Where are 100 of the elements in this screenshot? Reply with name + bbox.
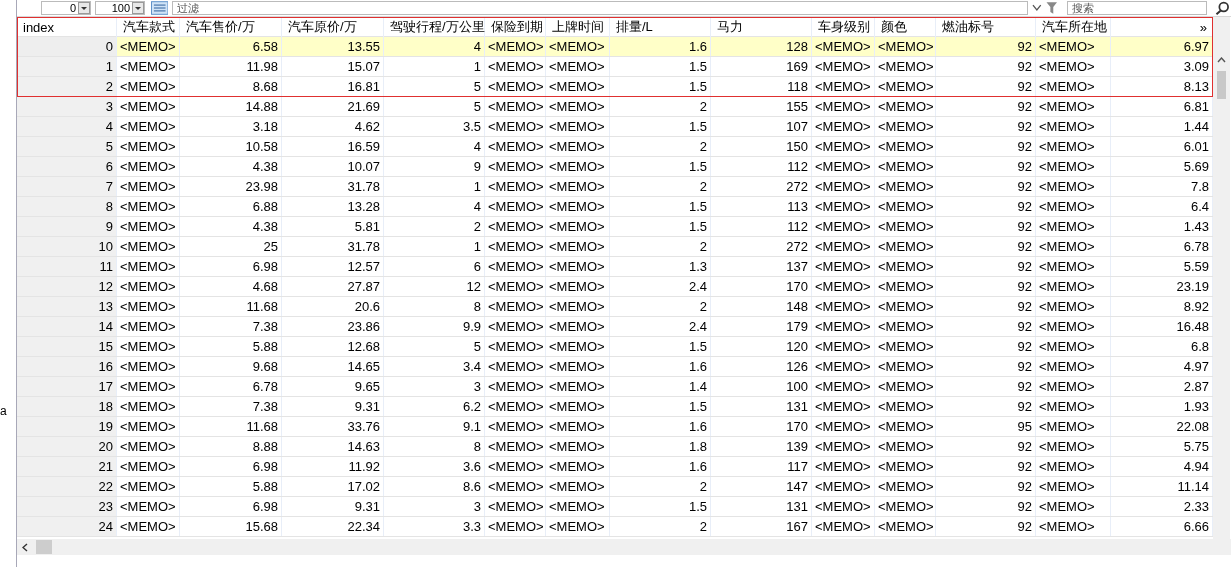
table-row[interactable]: 24 <MEMO> 15.68 22.34 3.3 <MEMO> <MEMO> 2 167 <MEMO> <MEMO> 92 <MEMO> 6.66 [17, 517, 1213, 537]
table-cell: 2 [610, 517, 711, 536]
dropdown-icon[interactable] [132, 2, 144, 14]
start-spinbox[interactable]: 0 [41, 1, 91, 15]
table-cell: 272 [711, 177, 812, 196]
table-row[interactable]: 9 <MEMO> 4.38 5.81 2 <MEMO> <MEMO> 1.5 112 <MEMO> <MEMO> 92 <MEMO> 1.43 [17, 217, 1213, 237]
table-cell: <MEMO> [812, 437, 875, 456]
table-row[interactable]: 13 <MEMO> 11.68 20.6 8 <MEMO> <MEMO> 2 148 <MEMO> <MEMO> 92 <MEMO> 8.92 [17, 297, 1213, 317]
table-cell: 21.69 [282, 97, 384, 116]
table-cell: 92 [936, 37, 1036, 56]
table-row[interactable]: 11 <MEMO> 6.98 12.57 6 <MEMO> <MEMO> 1.3 137 <MEMO> <MEMO> 92 <MEMO> 5.59 [17, 257, 1213, 277]
table-row[interactable]: 7 <MEMO> 23.98 31.78 1 <MEMO> <MEMO> 2 272 <MEMO> <MEMO> 92 <MEMO> 7.8 [17, 177, 1213, 197]
table-cell: 12.57 [282, 257, 384, 276]
table-cell: <MEMO> [1036, 517, 1111, 536]
table-cell: <MEMO> [117, 157, 180, 176]
table-cell: 131 [711, 497, 812, 516]
table-cell: <MEMO> [1036, 277, 1111, 296]
table-row[interactable]: 16 <MEMO> 9.68 14.65 3.4 <MEMO> <MEMO> 1.6 126 <MEMO> <MEMO> 92 <MEMO> 4.97 [17, 357, 1213, 377]
table-row[interactable]: 0 <MEMO> 6.58 13.55 4 <MEMO> <MEMO> 1.6 128 <MEMO> <MEMO> 92 <MEMO> 6.97 [17, 37, 1213, 57]
table-cell: <MEMO> [485, 517, 546, 536]
search-field[interactable]: 搜索 [1067, 1, 1208, 15]
count-spinbox[interactable]: 100 [95, 1, 145, 15]
table-cell: 8 [384, 437, 485, 456]
row-number: 22 [17, 477, 117, 496]
table-row[interactable]: 12 <MEMO> 4.68 27.87 12 <MEMO> <MEMO> 2.4 170 <MEMO> <MEMO> 92 <MEMO> 23.19 [17, 277, 1213, 297]
table-cell: <MEMO> [812, 337, 875, 356]
search-icon[interactable] [1215, 1, 1231, 15]
row-number: 20 [17, 437, 117, 456]
table-row[interactable]: 17 <MEMO> 6.78 9.65 3 <MEMO> <MEMO> 1.4 100 <MEMO> <MEMO> 92 <MEMO> 2.87 [17, 377, 1213, 397]
table-cell: <MEMO> [1036, 237, 1111, 256]
table-cell: <MEMO> [812, 457, 875, 476]
table-cell: 6.98 [180, 257, 282, 276]
table-cell: <MEMO> [875, 117, 936, 136]
funnel-icon[interactable] [1045, 1, 1058, 15]
table-cell: 179 [711, 317, 812, 336]
table-row[interactable]: 1 <MEMO> 11.98 15.07 1 <MEMO> <MEMO> 1.5 169 <MEMO> <MEMO> 92 <MEMO> 3.09 [17, 57, 1213, 77]
table-row[interactable]: 5 <MEMO> 10.58 16.59 4 <MEMO> <MEMO> 2 150 <MEMO> <MEMO> 92 <MEMO> 6.01 [17, 137, 1213, 157]
table-cell: <MEMO> [875, 457, 936, 476]
table-row[interactable]: 10 <MEMO> 25 31.78 1 <MEMO> <MEMO> 2 272 <MEMO> <MEMO> 92 <MEMO> 6.78 [17, 237, 1213, 257]
table-cell: 6 [384, 257, 485, 276]
chevron-down-icon[interactable] [1032, 4, 1042, 12]
table-row[interactable]: 4 <MEMO> 3.18 4.62 3.5 <MEMO> <MEMO> 1.5 107 <MEMO> <MEMO> 92 <MEMO> 1.44 [17, 117, 1213, 137]
table-row[interactable]: 22 <MEMO> 5.88 17.02 8.6 <MEMO> <MEMO> 2 147 <MEMO> <MEMO> 92 <MEMO> 11.14 [17, 477, 1213, 497]
table-row[interactable]: 19 <MEMO> 11.68 33.76 9.1 <MEMO> <MEMO> 1.6 170 <MEMO> <MEMO> 95 <MEMO> 22.08 [17, 417, 1213, 437]
table-cell: 1.5 [610, 217, 711, 236]
table-cell: <MEMO> [117, 357, 180, 376]
table-cell: 27.87 [282, 277, 384, 296]
table-cell: 3.5 [384, 117, 485, 136]
table-icon[interactable] [151, 1, 169, 15]
table-cell: 92 [936, 197, 1036, 216]
table-cell: 14.65 [282, 357, 384, 376]
table-cell: <MEMO> [875, 277, 936, 296]
filter-field[interactable]: 过滤 [172, 1, 1029, 15]
chevron-up-icon[interactable] [1217, 57, 1226, 63]
table-row[interactable]: 18 <MEMO> 7.38 9.31 6.2 <MEMO> <MEMO> 1.5 131 <MEMO> <MEMO> 92 <MEMO> 1.93 [17, 397, 1213, 417]
table-row[interactable]: 2 <MEMO> 8.68 16.81 5 <MEMO> <MEMO> 1.5 118 <MEMO> <MEMO> 92 <MEMO> 8.13 [17, 77, 1213, 97]
table-cell: 92 [936, 177, 1036, 196]
table-row[interactable]: 23 <MEMO> 6.98 9.31 3 <MEMO> <MEMO> 1.5 131 <MEMO> <MEMO> 92 <MEMO> 2.33 [17, 497, 1213, 517]
table-cell: <MEMO> [875, 297, 936, 316]
table-row[interactable]: 20 <MEMO> 8.88 14.63 8 <MEMO> <MEMO> 1.8 139 <MEMO> <MEMO> 92 <MEMO> 5.75 [17, 437, 1213, 457]
table-row[interactable]: 6 <MEMO> 4.38 10.07 9 <MEMO> <MEMO> 1.5 112 <MEMO> <MEMO> 92 <MEMO> 5.69 [17, 157, 1213, 177]
table-cell: 92 [936, 217, 1036, 236]
table-cell: <MEMO> [485, 497, 546, 516]
table-cell: 6.2 [384, 397, 485, 416]
table-cell: 4.38 [180, 217, 282, 236]
table-cell: 1.5 [610, 497, 711, 516]
row-number: 8 [17, 197, 117, 216]
table-row[interactable]: 15 <MEMO> 5.88 12.68 5 <MEMO> <MEMO> 1.5 120 <MEMO> <MEMO> 92 <MEMO> 6.8 [17, 337, 1213, 357]
row-number: 24 [17, 517, 117, 536]
table-cell: <MEMO> [485, 437, 546, 456]
table-cell: 272 [711, 237, 812, 256]
table-row[interactable]: 3 <MEMO> 14.88 21.69 5 <MEMO> <MEMO> 2 155 <MEMO> <MEMO> 92 <MEMO> 6.81 [17, 97, 1213, 117]
scrollbar-thumb[interactable] [36, 540, 52, 554]
horizontal-scrollbar[interactable] [17, 539, 1231, 555]
table-cell: <MEMO> [485, 477, 546, 496]
chevron-left-icon[interactable] [22, 542, 28, 552]
table-cell: 14.88 [180, 97, 282, 116]
table-cell: 92 [936, 277, 1036, 296]
table-row[interactable]: 8 <MEMO> 6.88 13.28 4 <MEMO> <MEMO> 1.5 113 <MEMO> <MEMO> 92 <MEMO> 6.4 [17, 197, 1213, 217]
table-cell: <MEMO> [117, 117, 180, 136]
table-cell: 11.98 [180, 57, 282, 76]
table-row[interactable]: 14 <MEMO> 7.38 23.86 9.9 <MEMO> <MEMO> 2.4 179 <MEMO> <MEMO> 92 <MEMO> 16.48 [17, 317, 1213, 337]
table-cell: 4 [384, 137, 485, 156]
table-row[interactable]: 21 <MEMO> 6.98 11.92 3.6 <MEMO> <MEMO> 1.6 117 <MEMO> <MEMO> 92 <MEMO> 4.94 [17, 457, 1213, 477]
table-cell: <MEMO> [812, 237, 875, 256]
dropdown-icon[interactable] [78, 2, 90, 14]
table-cell: 95 [936, 417, 1036, 436]
table-cell: <MEMO> [875, 177, 936, 196]
row-number: 5 [17, 137, 117, 156]
table-cell: <MEMO> [1036, 377, 1111, 396]
table-cell: 92 [936, 237, 1036, 256]
table-cell: 13.28 [282, 197, 384, 216]
vertical-scrollbar[interactable] [1213, 17, 1230, 539]
table-cell: 1 [384, 177, 485, 196]
table-cell: <MEMO> [117, 477, 180, 496]
table-cell: 22.34 [282, 517, 384, 536]
scrollbar-thumb[interactable] [1217, 71, 1226, 99]
table-cell: 6.98 [180, 497, 282, 516]
table-cell: 113 [711, 197, 812, 216]
table-cell: 92 [936, 457, 1036, 476]
